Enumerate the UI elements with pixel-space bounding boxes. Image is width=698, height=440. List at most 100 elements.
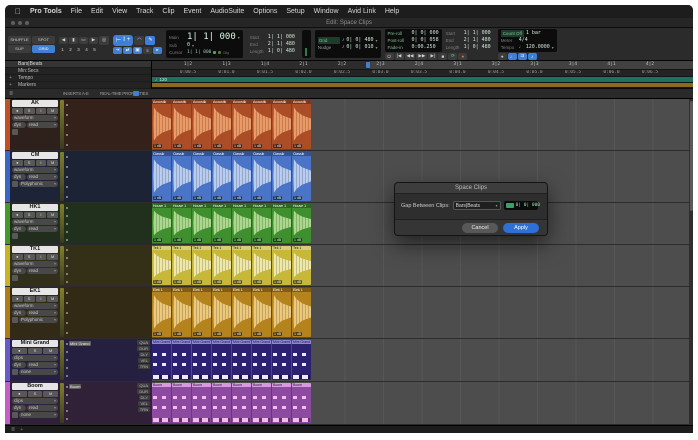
midi-clip[interactable]: Mini Grand bbox=[252, 340, 271, 380]
track-view-selector[interactable]: waveform▾ bbox=[12, 115, 58, 121]
rtp-label-dly[interactable]: DLY bbox=[139, 352, 150, 357]
grid-note-icon[interactable]: ♪ bbox=[342, 37, 345, 44]
track-name[interactable]: TK1 bbox=[12, 246, 58, 253]
tempo-dropdown-icon[interactable]: ▾ bbox=[552, 44, 554, 51]
pencil-tool[interactable]: ✎ bbox=[145, 36, 155, 45]
min-secs-ruler[interactable]: 0:00.50:01.00:01.50:02.00:02.50:03.00:03… bbox=[152, 70, 693, 77]
track-lane[interactable]: Tek 11 dBTek 11 dBTek 11 dBTek 11 dBTek … bbox=[152, 245, 693, 286]
rtp-label-dly[interactable]: DLY bbox=[139, 395, 150, 400]
input-monitor-button[interactable]: I bbox=[36, 212, 47, 218]
audio-clip[interactable]: Classik1 dB bbox=[212, 152, 231, 201]
menu-item-audiosuite[interactable]: AudioSuite bbox=[210, 8, 244, 15]
midi-zoom-icon[interactable]: ▭ bbox=[79, 37, 88, 44]
zoom-preset-4[interactable]: 4 bbox=[83, 46, 90, 53]
ruler-name-markers[interactable]: +Markers bbox=[5, 82, 151, 89]
track-name[interactable]: HK1 bbox=[12, 204, 58, 211]
audio-clip[interactable]: Classik1 dB bbox=[172, 152, 191, 201]
insert-slot[interactable] bbox=[66, 100, 98, 109]
mute-button[interactable]: M bbox=[47, 254, 58, 260]
dyn-button[interactable]: dyn bbox=[12, 122, 26, 128]
insert-slot[interactable] bbox=[66, 348, 98, 355]
horizontal-zoom-out-icon[interactable]: ◀ bbox=[59, 37, 68, 44]
audio-clip[interactable]: House 11 dB bbox=[172, 204, 191, 243]
audio-clip[interactable]: Classik1 dB bbox=[152, 152, 171, 201]
midi-clip[interactable]: Boom bbox=[152, 383, 171, 423]
insert-slot[interactable] bbox=[66, 298, 98, 307]
nudge-note-icon[interactable]: ♪ bbox=[342, 44, 345, 51]
track-list-menu-icon[interactable]: ≣ bbox=[9, 91, 13, 97]
record-enable-button[interactable]: ● bbox=[12, 108, 23, 114]
track-header[interactable]: Mini Grand●SMclips▾dynread▾none▾Mini Gra… bbox=[5, 339, 152, 381]
menu-item-setup[interactable]: Setup bbox=[286, 8, 304, 15]
track-name[interactable]: CM bbox=[12, 152, 58, 159]
midi-clip[interactable]: Boom bbox=[272, 383, 291, 423]
audio-clip[interactable]: Elek 11 dB bbox=[152, 288, 171, 337]
input-monitor-button[interactable]: I bbox=[36, 296, 47, 302]
midi-clip[interactable]: Boom bbox=[252, 383, 271, 423]
midi-clip[interactable]: Boom bbox=[292, 383, 311, 423]
midi-clip[interactable]: Boom bbox=[232, 383, 251, 423]
audio-clip[interactable]: Acoustik1 dB bbox=[212, 100, 231, 149]
audio-clip[interactable]: Tek 11 dB bbox=[192, 246, 211, 285]
audio-clip[interactable]: Tek 11 dB bbox=[232, 246, 251, 285]
input-monitor-button[interactable]: I bbox=[36, 254, 47, 260]
add-markers-icon[interactable]: + bbox=[9, 82, 12, 88]
rtp-label-trn[interactable]: TRN bbox=[138, 364, 150, 369]
insert-slot[interactable] bbox=[66, 262, 98, 269]
mode-button-grid[interactable]: GRID bbox=[32, 45, 55, 53]
zoom-window-icon[interactable] bbox=[25, 21, 29, 25]
selection-start-value[interactable]: 1| 1| 000 bbox=[268, 34, 295, 41]
apple-menu-icon[interactable]:  bbox=[15, 5, 21, 18]
extra-selector[interactable]: none▾ bbox=[19, 369, 58, 375]
track-header[interactable]: Boom●SMclips▾dynread▾none▾BoomQUADURDLYV… bbox=[5, 382, 152, 424]
markers-ruler[interactable] bbox=[152, 83, 693, 88]
insert-slot[interactable] bbox=[66, 182, 98, 191]
apply-button[interactable]: Apply bbox=[503, 223, 539, 233]
record-enable-button[interactable]: ● bbox=[12, 212, 23, 218]
elastic-audio-icon[interactable] bbox=[12, 275, 18, 281]
menu-item-clip[interactable]: Clip bbox=[162, 8, 174, 15]
insert-slot[interactable]: Boom bbox=[66, 383, 98, 390]
insert-slot[interactable] bbox=[66, 288, 98, 297]
loop-play-button[interactable]: ⟳ bbox=[448, 53, 457, 60]
dyn-button[interactable]: dyn bbox=[12, 226, 26, 232]
automation-mode-selector[interactable]: read▾ bbox=[27, 226, 58, 232]
insert-slot[interactable] bbox=[66, 391, 98, 398]
dyn-button[interactable]: dyn bbox=[12, 268, 26, 274]
sub-counter-value[interactable]: 0 bbox=[187, 42, 190, 49]
scrubber-tool[interactable]: ◠ bbox=[134, 36, 144, 45]
midi-clip[interactable]: Mini Grand bbox=[152, 340, 171, 380]
cancel-button[interactable]: Cancel bbox=[462, 223, 498, 233]
track-lane[interactable]: Acoustik1 dBAcoustik1 dBAcoustik1 dBAcou… bbox=[152, 99, 693, 150]
mode-button-spot[interactable]: SPOT bbox=[32, 36, 55, 44]
return-to-zero-button[interactable]: |◀ bbox=[395, 53, 404, 60]
midi-clip[interactable]: Boom bbox=[212, 383, 231, 423]
online-button[interactable]: ⏻ bbox=[385, 53, 394, 60]
patch-select-icon[interactable] bbox=[12, 369, 18, 375]
audio-clip[interactable]: Acoustik1 dB bbox=[292, 100, 311, 149]
insert-slot[interactable] bbox=[66, 318, 98, 327]
automation-mode-selector[interactable]: read▾ bbox=[27, 122, 58, 128]
automation-mode-selector[interactable]: read▾ bbox=[27, 405, 58, 411]
ruler-name-bars-beats[interactable]: Bars|Beats bbox=[5, 61, 151, 68]
insert-slot[interactable] bbox=[66, 416, 98, 423]
menu-item-edit[interactable]: Edit bbox=[91, 8, 103, 15]
add-tempo-icon[interactable]: + bbox=[9, 75, 12, 81]
stop-button[interactable]: ■ bbox=[438, 53, 447, 60]
midi-merge-button[interactable]: ⇉ bbox=[518, 53, 527, 60]
insert-slot[interactable] bbox=[66, 192, 98, 201]
mute-button[interactable]: M bbox=[47, 296, 58, 302]
audio-clip[interactable]: Acoustik1 dB bbox=[252, 100, 271, 149]
selection-length-value[interactable]: 1| 0| 480 bbox=[268, 48, 295, 55]
grid-dropdown-icon[interactable]: ▾ bbox=[375, 37, 377, 44]
audio-clip[interactable]: Acoustik1 dB bbox=[272, 100, 291, 149]
pre-roll-label[interactable]: Pre-roll bbox=[388, 30, 410, 37]
audio-clip[interactable]: House 11 dB bbox=[252, 204, 271, 243]
audio-clip[interactable]: Classik1 dB bbox=[272, 152, 291, 201]
fast-forward-button[interactable]: ▶▶ bbox=[416, 53, 427, 60]
input-monitor-button[interactable]: M bbox=[43, 391, 58, 397]
insert-slot[interactable] bbox=[66, 254, 98, 261]
main-counter-value[interactable]: 1| 1| 000 bbox=[187, 33, 236, 42]
track-lane[interactable]: Mini GrandMini GrandMini GrandMini Grand… bbox=[152, 339, 693, 381]
wait-for-note-button[interactable]: ● bbox=[498, 53, 507, 60]
